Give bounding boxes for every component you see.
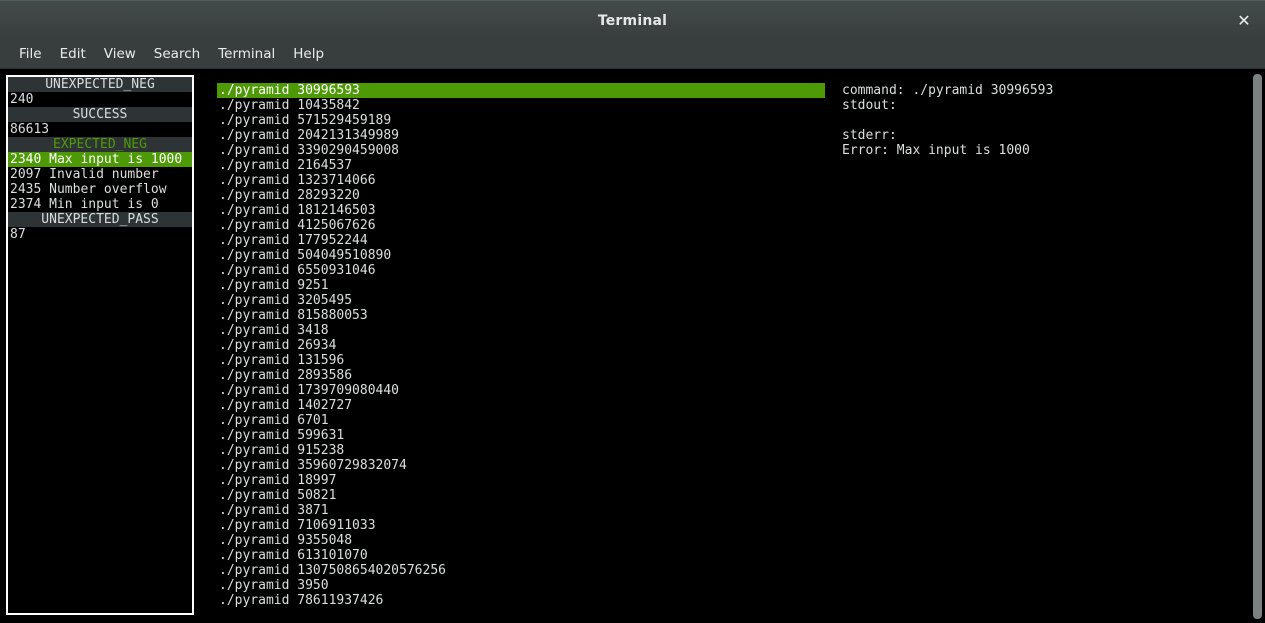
command-list-row[interactable]: ./pyramid 50821 xyxy=(217,488,825,503)
command-list-row[interactable]: ./pyramid 1323714066 xyxy=(217,173,825,188)
command-list-row[interactable]: ./pyramid 6550931046 xyxy=(217,263,825,278)
command-list-row[interactable]: ./pyramid 571529459189 xyxy=(217,113,825,128)
command-list-row[interactable]: ./pyramid 2164537 xyxy=(217,158,825,173)
command-list-row[interactable]: ./pyramid 915238 xyxy=(217,443,825,458)
sidebar-row[interactable]: 240 xyxy=(8,92,192,107)
sidebar-row[interactable]: 2374 Min input is 0 xyxy=(8,197,192,212)
menu-item-view[interactable]: View xyxy=(95,43,145,65)
sidebar-row[interactable]: 2097 Invalid number xyxy=(8,167,192,182)
command-list-row[interactable]: ./pyramid 613101070 xyxy=(217,548,825,563)
detail-row: command: ./pyramid 30996593 xyxy=(842,83,1054,98)
menu-item-terminal[interactable]: Terminal xyxy=(209,43,284,65)
command-list-row[interactable]: ./pyramid 18997 xyxy=(217,473,825,488)
sidebar-row[interactable]: 2435 Number overflow xyxy=(8,182,192,197)
command-list-row[interactable]: ./pyramid 2893586 xyxy=(217,368,825,383)
sidebar-row[interactable]: 2340 Max input is 1000 xyxy=(8,152,192,167)
detail-column: command: ./pyramid 30996593 stdout: stderr… xyxy=(842,83,1232,623)
terminal-scrollbar-track[interactable] xyxy=(1250,70,1265,623)
command-list-row[interactable]: ./pyramid 504049510890 xyxy=(217,248,825,263)
command-list-row[interactable]: ./pyramid 131596 xyxy=(217,353,825,368)
command-list-row[interactable]: ./pyramid 815880053 xyxy=(217,308,825,323)
command-list-row[interactable]: ./pyramid 1402727 xyxy=(217,398,825,413)
command-list-row[interactable]: ./pyramid 3205495 xyxy=(217,293,825,308)
command-list-row[interactable]: ./pyramid 9251 xyxy=(217,278,825,293)
command-list-row[interactable]: ./pyramid 3390290459008 xyxy=(217,143,825,158)
command-list-row[interactable]: ./pyramid 1739709080440 xyxy=(217,383,825,398)
command-list-row[interactable]: ./pyramid 2042131349989 xyxy=(217,128,825,143)
command-list-row[interactable]: ./pyramid 3871 xyxy=(217,503,825,518)
command-list-row[interactable]: ./pyramid 78611937426 xyxy=(217,593,825,608)
command-list-row[interactable]: ./pyramid 35960729832074 xyxy=(217,458,825,473)
command-list-row[interactable]: ./pyramid 10435842 xyxy=(217,98,825,113)
sidebar-group-header: UNEXPECTED_PASS xyxy=(8,212,192,227)
menu-item-search[interactable]: Search xyxy=(145,43,209,65)
detail-row: stderr: xyxy=(842,128,897,143)
command-list-row[interactable]: ./pyramid 1307508654020576256 xyxy=(217,563,825,578)
window-title: Terminal xyxy=(597,13,668,29)
command-list-row[interactable]: ./pyramid 6701 xyxy=(217,413,825,428)
summary-sidebar-list: UNEXPECTED_NEG 240 SUCCESS 86613 EXPECTED_NE… xyxy=(8,77,192,242)
terminal-content[interactable]: UNEXPECTED_NEG 240 SUCCESS 86613 EXPECTED_NE… xyxy=(0,70,1265,623)
command-list-row[interactable]: ./pyramid 28293220 xyxy=(217,188,825,203)
detail-row: stdout: xyxy=(842,98,897,113)
sidebar-row[interactable]: 86613 xyxy=(8,122,192,137)
detail-row: Error: Max input is 1000 xyxy=(842,143,1030,158)
menu-bar: File Edit View Search Terminal Help xyxy=(0,40,1265,69)
command-list-row[interactable]: ./pyramid 9355048 xyxy=(217,533,825,548)
menu-item-file[interactable]: File xyxy=(10,43,51,65)
sidebar-group-header: UNEXPECTED_NEG xyxy=(8,77,192,92)
command-list-row[interactable]: ./pyramid 599631 xyxy=(217,428,825,443)
command-list-row[interactable]: ./pyramid 4125067626 xyxy=(217,218,825,233)
command-list-column[interactable]: ./pyramid 30996593 ./pyramid 10435842 ./py… xyxy=(217,83,825,623)
command-list-row[interactable]: ./pyramid 30996593 xyxy=(217,83,825,98)
command-list-row[interactable]: ./pyramid 3418 xyxy=(217,323,825,338)
command-list-row[interactable]: ./pyramid 3950 xyxy=(217,578,825,593)
command-list-row[interactable]: ./pyramid 1812146503 xyxy=(217,203,825,218)
sidebar-group-header: EXPECTED_NEG xyxy=(8,137,192,152)
menu-item-help[interactable]: Help xyxy=(284,43,333,65)
command-list-row[interactable]: ./pyramid 7106911033 xyxy=(217,518,825,533)
sidebar-group-header: SUCCESS xyxy=(8,107,192,122)
title-bar: Terminal ✕ xyxy=(0,0,1265,41)
menu-item-edit[interactable]: Edit xyxy=(51,43,95,65)
close-icon[interactable]: ✕ xyxy=(1231,9,1257,33)
command-list-row[interactable]: ./pyramid 177952244 xyxy=(217,233,825,248)
sidebar-row[interactable]: 87 xyxy=(8,227,192,242)
detail-row xyxy=(842,113,1232,128)
terminal-scrollbar-thumb[interactable] xyxy=(1253,74,1262,619)
terminal-window: Terminal ✕ File Edit View Search Terminal Hel… xyxy=(0,0,1265,623)
summary-sidebar-panel: UNEXPECTED_NEG 240 SUCCESS 86613 EXPECTED_NE… xyxy=(6,75,194,615)
command-list-row[interactable]: ./pyramid 26934 xyxy=(217,338,825,353)
